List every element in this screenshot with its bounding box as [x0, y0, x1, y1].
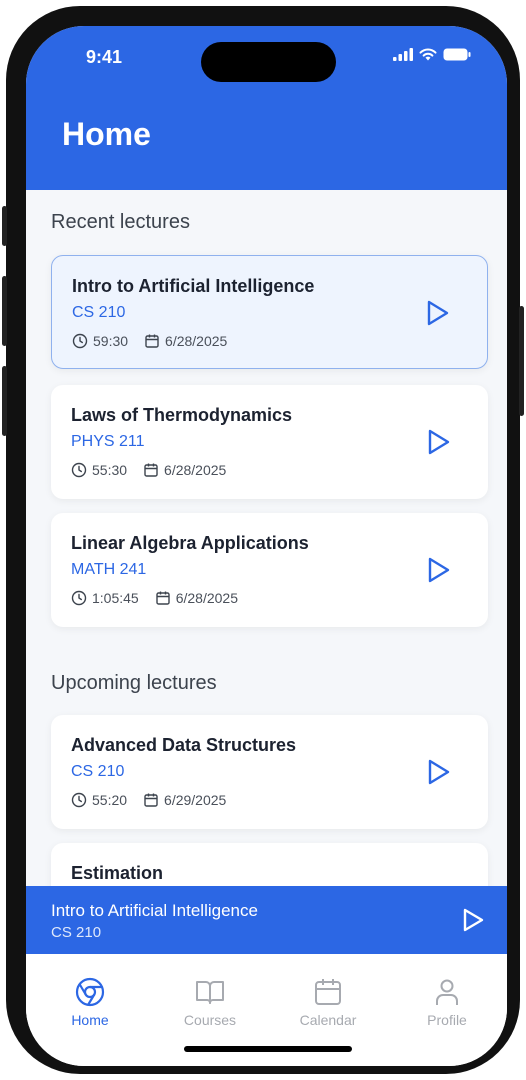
lecture-meta: 55:30 6/28/2025 [71, 462, 226, 478]
signal-icon [393, 48, 413, 61]
lecture-card[interactable]: Laws of Thermodynamics PHYS 211 55:30 6/… [51, 385, 488, 499]
lecture-duration: 59:30 [93, 333, 129, 349]
screen: 9:41 Home Recent lectures Intro to Artif… [26, 26, 507, 1066]
lecture-title: Intro to Artificial Intelligence [72, 276, 315, 296]
calendar-icon [156, 591, 170, 605]
status-icons [393, 48, 471, 61]
home-icon [75, 977, 105, 1007]
app-header: 9:41 Home [26, 26, 507, 190]
lecture-title: Linear Algebra Applications [71, 533, 309, 553]
lecture-title: Advanced Data Structures [71, 735, 297, 755]
tab-courses[interactable]: Courses [160, 976, 260, 1028]
course-code: CS 210 [71, 763, 125, 780]
lecture-meta: 1:05:45 6/28/2025 [71, 590, 238, 606]
lecture-meta: 55:20 6/29/2025 [71, 792, 226, 808]
now-playing-code: CS 210 [51, 924, 102, 941]
lecture-date: 6/29/2025 [164, 792, 227, 808]
lecture-card[interactable]: Intro to Artificial Intelligence CS 210 … [51, 255, 488, 369]
profile-icon [436, 979, 458, 1005]
page-title: Home [62, 116, 151, 152]
clock-icon [72, 333, 88, 349]
dynamic-island [201, 42, 336, 82]
play-icon[interactable] [426, 428, 452, 456]
lecture-title: Laws of Thermodynamics [71, 405, 293, 425]
tab-label: Profile [427, 1012, 467, 1028]
lecture-date: 6/28/2025 [164, 462, 227, 478]
lecture-date: 6/28/2025 [165, 333, 228, 349]
lecture-title: Estimation [71, 863, 164, 883]
now-playing-bar[interactable]: Intro to Artificial Intelligence CS 210 [26, 886, 507, 954]
lecture-duration: 1:05:45 [92, 590, 139, 606]
tab-label: Courses [183, 1012, 237, 1028]
play-icon[interactable] [425, 299, 451, 327]
calendar-icon [315, 979, 341, 1005]
tab-calendar[interactable]: Calendar [278, 976, 378, 1028]
status-time: 9:41 [86, 47, 123, 67]
clock-icon [71, 462, 87, 478]
course-code: PHYS 211 [71, 433, 145, 450]
tab-home[interactable]: Home [40, 976, 140, 1028]
calendar-icon [144, 463, 158, 477]
battery-icon [443, 48, 471, 61]
now-playing-title: Intro to Artificial Intelligence [51, 901, 258, 920]
lecture-duration: 55:20 [92, 792, 128, 808]
calendar-icon [144, 793, 158, 807]
tab-label: Home [71, 1012, 109, 1028]
calendar-icon [145, 334, 159, 348]
play-icon[interactable] [426, 758, 452, 786]
phone-frame: 9:41 Home Recent lectures Intro to Artif… [2, 6, 524, 1074]
wifi-icon [419, 48, 437, 61]
side-button-mute [2, 206, 7, 246]
side-button-volume-down [2, 366, 7, 436]
home-indicator[interactable] [184, 1046, 352, 1052]
tab-label: Calendar [299, 1012, 357, 1028]
recent-lectures-heading: Recent lectures [51, 211, 190, 233]
lecture-meta: 59:30 6/28/2025 [72, 333, 227, 349]
side-button-volume-up [2, 276, 7, 346]
tab-profile[interactable]: Profile [397, 976, 497, 1028]
play-icon[interactable] [461, 907, 485, 933]
lecture-card[interactable]: Advanced Data Structures CS 210 55:20 6/… [51, 715, 488, 829]
lecture-duration: 55:30 [92, 462, 128, 478]
lecture-date: 6/28/2025 [175, 590, 239, 606]
clock-icon [71, 590, 87, 606]
lecture-card[interactable]: Linear Algebra Applications MATH 241 1:0… [51, 513, 488, 627]
course-code: MATH 241 [71, 561, 147, 578]
play-icon[interactable] [426, 556, 452, 584]
upcoming-lectures-heading: Upcoming lectures [51, 672, 217, 694]
clock-icon [71, 792, 87, 808]
book-icon [196, 981, 224, 1004]
side-button-power [519, 306, 524, 416]
course-code: CS 210 [72, 304, 126, 321]
